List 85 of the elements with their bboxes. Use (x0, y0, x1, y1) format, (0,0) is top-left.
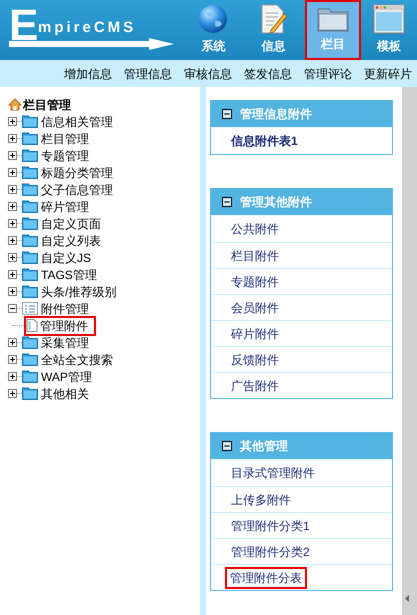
folder-icon (22, 387, 38, 400)
collapse-icon[interactable] (222, 197, 232, 207)
tree-item[interactable]: 标题分类管理 (41, 164, 113, 182)
expand-icon[interactable] (8, 202, 17, 211)
list-icon (22, 302, 38, 315)
panel-link[interactable]: 管理附件分类2 (231, 542, 310, 560)
tree-item[interactable]: 采集管理 (41, 334, 89, 352)
tree-item[interactable]: 栏目管理 (41, 130, 89, 148)
expand-icon[interactable] (8, 389, 17, 398)
expand-icon[interactable] (8, 168, 17, 177)
tree-item[interactable]: 自定义列表 (41, 232, 101, 250)
tree-item[interactable]: 专题管理 (41, 146, 89, 164)
folder-icon (22, 251, 38, 264)
panel-title: 管理其他附件 (240, 194, 312, 211)
nav-tab[interactable]: 系统 (186, 0, 242, 60)
panel-link[interactable]: 栏目附件 (231, 246, 279, 264)
expand-icon[interactable] (8, 287, 17, 296)
folder-icon (22, 200, 38, 213)
collapse-icon[interactable] (222, 109, 232, 119)
folder-icon (22, 183, 38, 196)
folder-icon (22, 166, 38, 179)
expand-icon[interactable] (8, 270, 17, 279)
house-icon (8, 98, 22, 111)
expand-icon[interactable] (8, 117, 17, 126)
tree-item[interactable]: 附件管理 (41, 300, 89, 318)
menu-link[interactable]: 管理评论 (304, 64, 352, 82)
tree-item[interactable]: 信息相关管理 (41, 112, 113, 130)
document-icon (26, 319, 38, 332)
tree-item[interactable]: TAGS管理 (41, 266, 97, 284)
expand-icon[interactable] (8, 253, 17, 262)
panel-link[interactable]: 管理附件分表 (227, 568, 305, 586)
folder-icon (22, 353, 38, 366)
folder-icon (22, 149, 38, 162)
menu-link[interactable]: 审核信息 (184, 64, 232, 82)
collapse-icon[interactable] (8, 304, 17, 313)
panel-link[interactable]: 会员附件 (231, 298, 279, 316)
panel-link[interactable]: 专题附件 (231, 272, 279, 290)
notepad-pencil-icon (259, 4, 288, 34)
tree-item[interactable]: 其他相关 (41, 384, 89, 402)
folder-icon (22, 132, 38, 145)
expand-icon[interactable] (8, 372, 17, 381)
expand-icon[interactable] (8, 338, 17, 347)
panel-link[interactable]: 上传多附件 (231, 490, 291, 508)
menu-link[interactable]: 管理信息 (124, 64, 172, 82)
folder-icon (22, 336, 38, 349)
collapse-icon[interactable] (222, 441, 232, 451)
tree-item[interactable]: 全站全文搜索 (41, 350, 113, 368)
panel-link[interactable]: 碎片附件 (231, 324, 279, 342)
panel-link[interactable]: 管理附件分类1 (231, 516, 310, 534)
menu-link[interactable]: 签发信息 (244, 64, 292, 82)
nav-tab[interactable]: 模板 (361, 0, 417, 60)
globe-icon (198, 4, 228, 34)
menu-link[interactable]: 更新碎片 (364, 64, 412, 82)
expand-icon[interactable] (8, 134, 17, 143)
panel-title: 管理信息附件 (240, 106, 312, 123)
window-icon (373, 4, 406, 34)
tree-item[interactable]: 自定义页面 (41, 214, 101, 232)
tree-item[interactable]: 父子信息管理 (41, 180, 113, 198)
folder-icon (22, 234, 38, 247)
panel-link[interactable]: 信息附件表1 (231, 132, 298, 150)
panel-link[interactable]: 公共附件 (231, 220, 279, 238)
tree-item[interactable]: 自定义JS (41, 248, 92, 266)
nav-tab[interactable]: 信息 (245, 0, 302, 60)
tree-item[interactable]: 碎片管理 (41, 198, 89, 216)
panel-link[interactable]: 反馈附件 (231, 350, 279, 368)
tree-root[interactable]: 栏目管理 (23, 96, 71, 114)
tree-item[interactable]: 头条/推荐级别 (41, 282, 116, 300)
folder-icon (317, 6, 350, 32)
tree-item[interactable]: WAP管理 (41, 368, 92, 386)
panel-link[interactable]: 目录式管理附件 (231, 464, 315, 482)
menu-link[interactable]: 增加信息 (64, 64, 112, 82)
expand-icon[interactable] (8, 219, 17, 228)
folder-icon (22, 217, 38, 230)
panel-title: 其他管理 (240, 438, 288, 455)
folder-icon (22, 285, 38, 298)
folder-icon (22, 115, 38, 128)
scroll-left-icon[interactable] (405, 595, 409, 602)
expand-icon[interactable] (8, 236, 17, 245)
folder-icon (22, 370, 38, 383)
folder-icon (22, 268, 38, 281)
panel-link[interactable]: 广告附件 (231, 376, 279, 394)
expand-icon[interactable] (8, 185, 17, 194)
expand-icon[interactable] (8, 355, 17, 364)
tree-item[interactable]: 管理附件 (26, 318, 94, 334)
expand-icon[interactable] (8, 151, 17, 160)
